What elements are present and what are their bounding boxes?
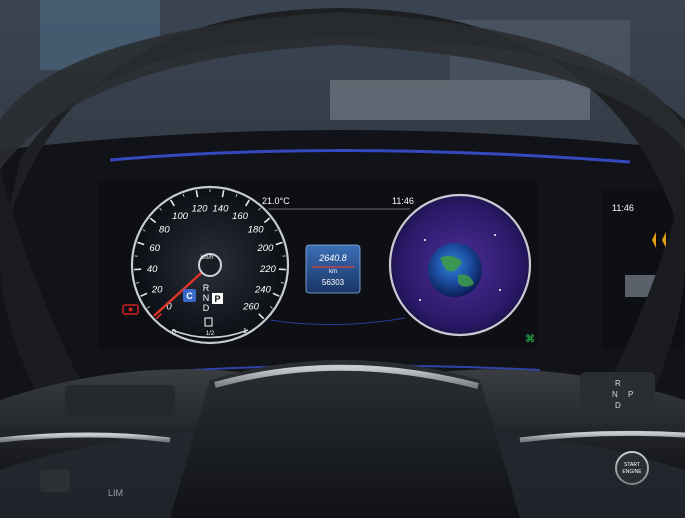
globe-gauge [388, 193, 532, 337]
fuel-scale-right: 1 [243, 328, 247, 335]
speed-tick-label: 40 [147, 264, 158, 275]
drive-mode-badge-text: C [186, 291, 193, 301]
speed-tick-label: 200 [256, 243, 274, 254]
start-label: START [624, 462, 640, 468]
warning-dot [128, 307, 133, 312]
dashboard-photo: 0 20 40 60 80100120 140160 180 200 220 240 260 km/… [0, 0, 685, 518]
gear-selected: P [214, 294, 220, 304]
star [494, 234, 496, 236]
speedometer: 0 20 40 60 80100120 140160 180 200 220 240 260 km/… [130, 185, 290, 345]
odometer-unit: km [329, 269, 337, 275]
speed-tick-label: 240 [254, 284, 272, 295]
stalk-letter-n: N [612, 390, 618, 399]
lim-label: LIM [108, 488, 123, 498]
odometer-tile: 2640.8 km 56303 [305, 244, 361, 294]
dashboard-scene: 0 20 40 60 80 100 120 140 160 180 200 220 240 260 km/… [0, 0, 685, 518]
speed-tick-label: 20 [151, 284, 163, 295]
stalk-letter-p: P [628, 390, 633, 399]
speed-tick-label: 60 [149, 243, 160, 254]
fuel-scale-mid: 1/2 [206, 331, 215, 337]
gear-letter-d: D [203, 303, 210, 313]
gear-letter-n: N [203, 293, 210, 303]
speed-unit-label: km/h [200, 255, 213, 261]
stalk-letter-r: R [615, 379, 621, 388]
speed-tick-label: 220 [259, 264, 277, 275]
star [419, 299, 421, 301]
start-engine-button[interactable] [615, 451, 649, 485]
speed-tick-label: 80 [159, 225, 170, 236]
temperature-readout: 21.0°C [262, 196, 290, 206]
speed-tick-label: 180 [248, 225, 265, 236]
total-distance: 56303 [322, 278, 345, 287]
engine-label: ENGINE [622, 469, 642, 475]
speed-tick-label: 140 [213, 203, 230, 214]
speed-tick-label: 100 [172, 211, 189, 222]
clock-readout: 11:46 [392, 196, 414, 206]
trip-distance: 2640.8 [318, 253, 347, 263]
star [499, 289, 501, 291]
left-control-pad[interactable] [65, 385, 175, 415]
stalk-letter-d: D [615, 401, 621, 410]
lane-assist-icon: ⌘ [525, 334, 535, 345]
side-clock: 11:46 [612, 203, 634, 213]
gear-letter-r: R [203, 283, 210, 293]
speed-tick-label: 160 [232, 211, 249, 222]
fuel-scale-left: 0 [172, 329, 176, 336]
star [424, 239, 426, 241]
cruise-button[interactable] [40, 470, 70, 492]
speed-tick-label: 120 [192, 203, 209, 214]
speed-tick-label: 260 [242, 302, 260, 313]
